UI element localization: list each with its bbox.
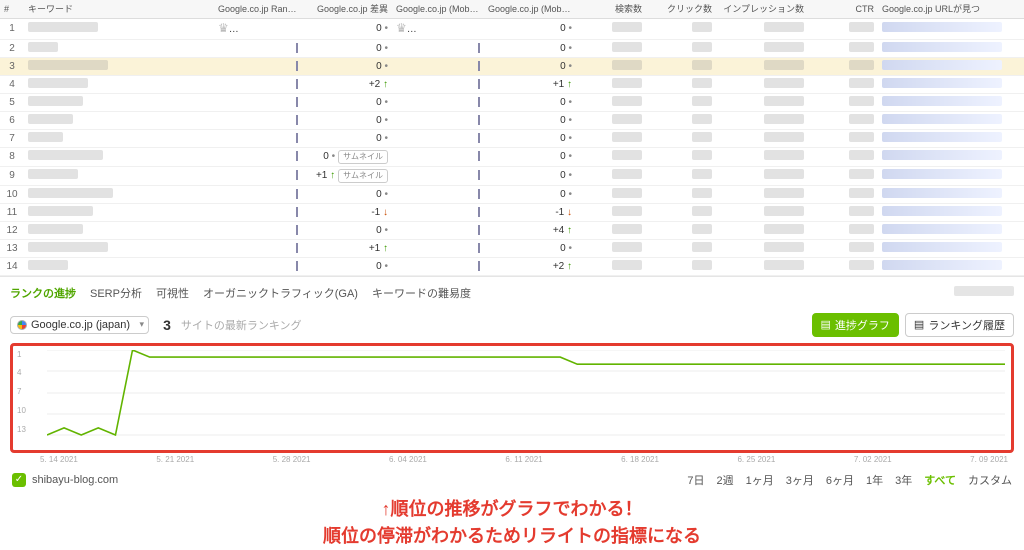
chart-toolbar: Google.co.jp (japan) 3 サイトの最新ランキング ▤ 進捗グ… <box>0 307 1024 343</box>
col-mobile-diff[interactable]: Google.co.jp (Mobile) ... <box>484 0 576 18</box>
table-row[interactable]: 6 0 • 0 • <box>0 111 1024 129</box>
site-domain: shibayu-blog.com <box>32 474 118 486</box>
annotation: ↑順位の推移がグラフでわかる！ 順位の停滞がわかるためリライトの指標になる <box>0 496 1024 550</box>
table-row[interactable]: 1♛注目のスニペット 0 •♛注目のスニペット 0 • <box>0 18 1024 39</box>
progress-graph-button[interactable]: ▤ 進捗グラフ <box>812 313 899 337</box>
table-row[interactable]: 12 0 • +4 ↑ <box>0 221 1024 239</box>
x-axis: 5. 14 20215. 21 20215. 28 20216. 04 2021… <box>40 455 1008 464</box>
tab-visibility[interactable]: 可視性 <box>156 285 189 301</box>
tab-serp[interactable]: SERP分析 <box>90 285 142 301</box>
site-check-icon: ✓ <box>12 473 26 487</box>
thumbnail-badge: サムネイル <box>338 169 388 183</box>
current-rank-value: 3 <box>163 317 171 333</box>
tab-rank-progress[interactable]: ランクの進捗 <box>10 285 76 301</box>
table-row[interactable]: 4 +2 ↑ +1 ↑ <box>0 75 1024 93</box>
table-row[interactable]: 8 0 •サムネイル 0 • <box>0 147 1024 166</box>
crown-icon: ♛ <box>218 21 229 35</box>
graph-icon: ▤ <box>821 318 831 331</box>
range-3y[interactable]: 3年 <box>895 472 912 488</box>
tab-organic[interactable]: オーガニックトラフィック(GA) <box>203 285 358 301</box>
table-row[interactable]: 11 -1 ↓ -1 ↓ <box>0 203 1024 221</box>
thumbnail-badge: サムネイル <box>338 150 388 164</box>
range-3m[interactable]: 3ヶ月 <box>786 472 814 488</box>
col-diff[interactable]: Google.co.jp 差異 <box>302 0 392 18</box>
snippet-badge: 注目のスニペット <box>412 23 484 37</box>
col-clicks[interactable]: クリック数 <box>646 0 716 18</box>
range-1y[interactable]: 1年 <box>866 472 883 488</box>
rank-chart: 1471013 <box>10 343 1014 453</box>
muted-right-tag <box>954 286 1014 296</box>
range-6m[interactable]: 6ヶ月 <box>826 472 854 488</box>
col-rank[interactable]: Google.co.jp Rank <box>214 0 302 18</box>
snippet-badge: 注目のスニペット <box>234 23 302 37</box>
ranking-history-button[interactable]: ▤ ランキング履歴 <box>905 313 1014 337</box>
engine-select[interactable]: Google.co.jp (japan) <box>10 316 149 334</box>
rank-table: # キーワード Google.co.jp Rank Google.co.jp 差… <box>0 0 1024 276</box>
range-1m[interactable]: 1ヶ月 <box>746 472 774 488</box>
range-all[interactable]: すべて <box>924 472 956 488</box>
col-ctr[interactable]: CTR <box>808 0 878 18</box>
sub-tabs: ランクの進捗 SERP分析 可視性 オーガニックトラフィック(GA) キーワード… <box>0 276 1024 307</box>
table-row[interactable]: 10 0 • 0 • <box>0 185 1024 203</box>
tab-difficulty[interactable]: キーワードの難易度 <box>372 285 471 301</box>
range-custom[interactable]: カスタム <box>968 472 1012 488</box>
table-header-row: # キーワード Google.co.jp Rank Google.co.jp 差… <box>0 0 1024 18</box>
table-row[interactable]: 2 0 • 0 • <box>0 39 1024 57</box>
table-row[interactable]: 13 +1 ↑ 0 • <box>0 239 1024 257</box>
col-keyword[interactable]: キーワード <box>24 0 214 18</box>
table-row[interactable]: 3 0 • 0 • <box>0 57 1024 75</box>
table-row[interactable]: 7 0 • 0 • <box>0 129 1024 147</box>
up-arrow-icon: ↑ <box>382 499 391 519</box>
table-row[interactable]: 5 0 • 0 • <box>0 93 1024 111</box>
range-2w[interactable]: 2週 <box>716 472 733 488</box>
history-icon: ▤ <box>914 318 924 331</box>
col-search[interactable]: 検索数 <box>576 0 646 18</box>
y-axis: 1471013 <box>17 350 26 434</box>
col-url[interactable]: Google.co.jp URLが見つ <box>878 0 1024 18</box>
table-row[interactable]: 9 +1 ↑サムネイル 0 • <box>0 166 1024 185</box>
google-icon <box>17 320 27 330</box>
col-index[interactable]: # <box>0 0 24 18</box>
col-mobile[interactable]: Google.co.jp (Mobile) ... <box>392 0 484 18</box>
crown-icon: ♛ <box>396 21 407 35</box>
col-impr[interactable]: インプレッション数 <box>716 0 808 18</box>
chart-footer: ✓ shibayu-blog.com 7日 2週 1ヶ月 3ヶ月 6ヶ月 1年 … <box>0 464 1024 494</box>
current-rank-label: サイトの最新ランキング <box>181 317 302 333</box>
range-7d[interactable]: 7日 <box>687 472 704 488</box>
table-row[interactable]: 14 0 • +2 ↑ <box>0 257 1024 275</box>
time-range-picker: 7日 2週 1ヶ月 3ヶ月 6ヶ月 1年 3年 すべて カスタム <box>687 472 1012 488</box>
